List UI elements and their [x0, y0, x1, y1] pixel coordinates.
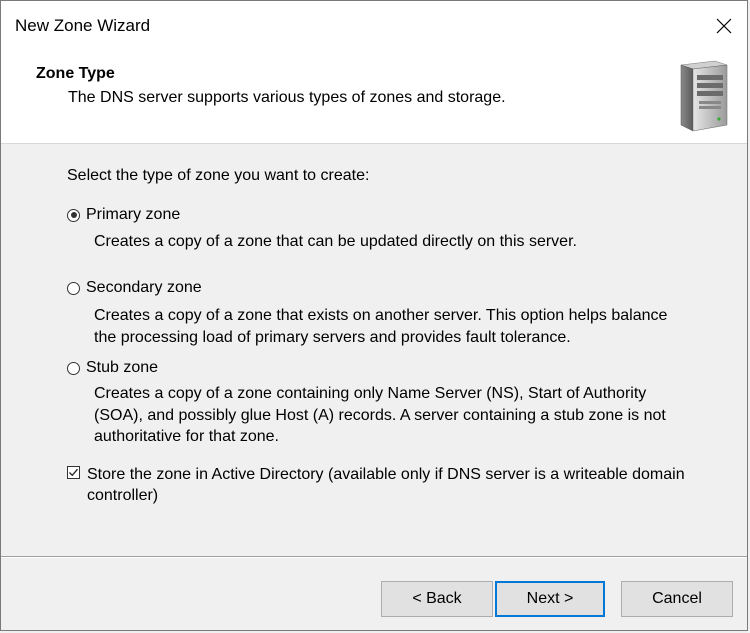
secondary-zone-description: Creates a copy of a zone that exists on … [94, 305, 694, 348]
header-subtitle: The DNS server supports various types of… [68, 89, 506, 106]
radio-unchecked-icon [67, 281, 80, 295]
primary-zone-description: Creates a copy of a zone that can be upd… [94, 231, 694, 253]
primary-zone-label: Primary zone [86, 206, 181, 223]
stub-zone-description: Creates a copy of a zone containing only… [94, 383, 694, 448]
desc-line: Creates a copy of a zone containing only… [94, 385, 647, 402]
zone-type-prompt: Select the type of zone you want to crea… [67, 167, 370, 184]
wizard-window: New Zone Wizard Zone Type The DNS server… [0, 0, 748, 631]
back-button[interactable]: < Back [381, 581, 493, 617]
zone-type-panel: Select the type of zone you want to crea… [1, 144, 747, 554]
radio-unchecked-icon [67, 361, 80, 375]
desc-line: (SOA), and possibly glue Host (A) record… [94, 406, 666, 424]
title-bar: New Zone Wizard [1, 1, 747, 51]
wizard-header: Zone Type The DNS server supports variou… [1, 51, 747, 144]
primary-zone-radio[interactable]: Primary zone [67, 206, 180, 224]
window-title: New Zone Wizard [15, 16, 151, 35]
secondary-zone-label: Secondary zone [86, 279, 202, 296]
store-in-ad-label: Store the zone in Active Directory (avai… [87, 464, 707, 506]
checkbox-checked-icon [67, 466, 80, 479]
desc-line: Creates a copy of a zone that exists on … [94, 307, 668, 324]
desc-line: authoritative for that zone. [94, 428, 279, 445]
secondary-zone-radio[interactable]: Secondary zone [67, 279, 202, 297]
stub-zone-radio[interactable]: Stub zone [67, 359, 158, 377]
checkbox-label-line: Store the zone in Active Directory (avai… [87, 466, 685, 483]
button-divider [1, 556, 747, 558]
server-icon [680, 60, 728, 132]
store-in-ad-checkbox[interactable] [67, 466, 86, 479]
stub-zone-label: Stub zone [86, 359, 159, 376]
close-icon [716, 18, 732, 34]
next-button[interactable]: Next > [495, 581, 605, 617]
header-title: Zone Type [36, 65, 115, 82]
checkbox-label-line: controller) [87, 487, 159, 504]
desc-line: the processing load of primary servers a… [94, 328, 571, 346]
cancel-button[interactable]: Cancel [621, 581, 733, 617]
radio-checked-icon [67, 208, 80, 222]
desc-line: Creates a copy of a zone that can be upd… [94, 233, 577, 250]
close-button[interactable] [701, 1, 747, 51]
